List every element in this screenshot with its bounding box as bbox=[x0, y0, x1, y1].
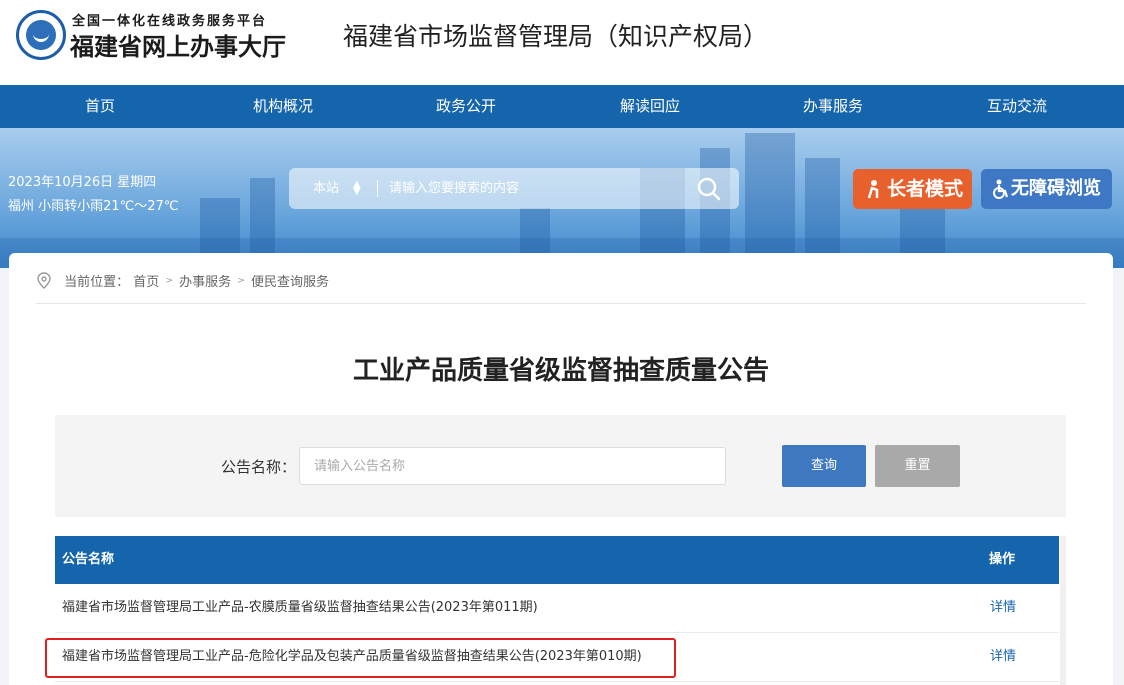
elder-icon bbox=[867, 180, 879, 199]
filter-label: 公告名称： bbox=[221, 458, 297, 476]
elder-mode-label: 长者模式 bbox=[887, 178, 964, 200]
search-divider bbox=[377, 180, 378, 197]
breadcrumb-current[interactable]: 便民查询服务 bbox=[251, 271, 329, 290]
reset-button[interactable]: 重置 bbox=[875, 445, 960, 487]
site-header: 全国一体化在线政务服务平台 福建省网上办事大厅 福建省市场监督管理局（知识产权局… bbox=[0, 0, 1124, 85]
current-date: 2023年10月26日 星期四 bbox=[8, 175, 157, 190]
logo-title: 福建省网上办事大厅 bbox=[70, 32, 286, 61]
announcement-name-input[interactable] bbox=[299, 447, 726, 485]
nav-item-home[interactable]: 首页 bbox=[40, 85, 160, 128]
accessibility-button[interactable]: 无障碍浏览 bbox=[981, 169, 1112, 209]
nav-item-about[interactable]: 机构概况 bbox=[223, 85, 343, 128]
banner: 2023年10月26日 星期四 福州 小雨转小雨21℃～27℃ 本站 ▲▼ 长者… bbox=[0, 128, 1124, 268]
wheelchair-icon bbox=[993, 179, 1009, 199]
elder-mode-button[interactable]: 长者模式 bbox=[853, 169, 972, 209]
chevron-right-icon: > bbox=[237, 275, 245, 286]
chevron-right-icon: > bbox=[165, 275, 173, 286]
search-scope-select[interactable]: 本站 bbox=[313, 168, 339, 209]
table-row: 福建省市场监督管理局工业产品-农膜质量省级监督抽查结果公告(2023年第011期… bbox=[55, 584, 1059, 633]
sort-arrows-icon: ▲ ▼ bbox=[353, 179, 361, 197]
platform-logo[interactable]: 全国一体化在线政务服务平台 福建省网上办事大厅 bbox=[16, 8, 326, 62]
search-input[interactable] bbox=[389, 168, 679, 209]
site-title[interactable]: 福建省市场监督管理局（知识产权局） bbox=[343, 17, 768, 53]
breadcrumb-home[interactable]: 首页 bbox=[133, 271, 159, 290]
platform-emblem-icon bbox=[16, 10, 66, 60]
breadcrumb-services[interactable]: 办事服务 bbox=[179, 271, 231, 290]
content-panel: 当前位置： 首页 > 办事服务 > 便民查询服务 工业产品质量省级监督抽查质量公… bbox=[9, 253, 1113, 685]
column-header-action: 操作 bbox=[989, 552, 1016, 567]
nav-item-interpretation[interactable]: 解读回应 bbox=[590, 85, 710, 128]
table-scrollbar[interactable] bbox=[1060, 536, 1066, 685]
location-pin-icon bbox=[37, 271, 51, 289]
nav-item-gov-info[interactable]: 政务公开 bbox=[406, 85, 526, 128]
announcement-table: 公告名称 操作 福建省市场监督管理局工业产品-农膜质量省级监督抽查结果公告(20… bbox=[45, 536, 1059, 682]
details-link[interactable]: 详情 bbox=[990, 633, 1016, 681]
table-row: 福建省市场监督管理局工业产品-危险化学品及包装产品质量省级监督抽查结果公告(20… bbox=[45, 633, 1059, 682]
column-header-name: 公告名称 bbox=[62, 552, 115, 567]
announcement-title[interactable]: 福建省市场监督管理局工业产品-危险化学品及包装产品质量省级监督抽查结果公告(20… bbox=[62, 633, 642, 681]
breadcrumb-label: 当前位置： bbox=[64, 275, 130, 290]
announcement-title[interactable]: 福建省市场监督管理局工业产品-农膜质量省级监督抽查结果公告(2023年第011期… bbox=[62, 584, 538, 632]
weather-info: 福州 小雨转小雨21℃～27℃ bbox=[8, 199, 179, 214]
divider bbox=[36, 303, 1086, 304]
table-header: 公告名称 操作 bbox=[55, 536, 1059, 584]
breadcrumb: 当前位置： 首页 > 办事服务 > 便民查询服务 bbox=[36, 271, 329, 291]
site-search-bar: 本站 ▲ ▼ bbox=[289, 168, 739, 209]
filter-panel: 公告名称： 查询 重置 bbox=[55, 415, 1066, 517]
query-button[interactable]: 查询 bbox=[782, 445, 866, 487]
accessibility-label: 无障碍浏览 bbox=[1011, 178, 1101, 199]
main-nav: 首页 机构概况 政务公开 解读回应 办事服务 互动交流 bbox=[0, 85, 1124, 128]
search-icon[interactable] bbox=[697, 177, 721, 201]
details-link[interactable]: 详情 bbox=[990, 584, 1016, 632]
page-title: 工业产品质量省级监督抽查质量公告 bbox=[352, 356, 769, 386]
nav-item-services[interactable]: 办事服务 bbox=[773, 85, 893, 128]
nav-item-interaction[interactable]: 互动交流 bbox=[957, 85, 1077, 128]
